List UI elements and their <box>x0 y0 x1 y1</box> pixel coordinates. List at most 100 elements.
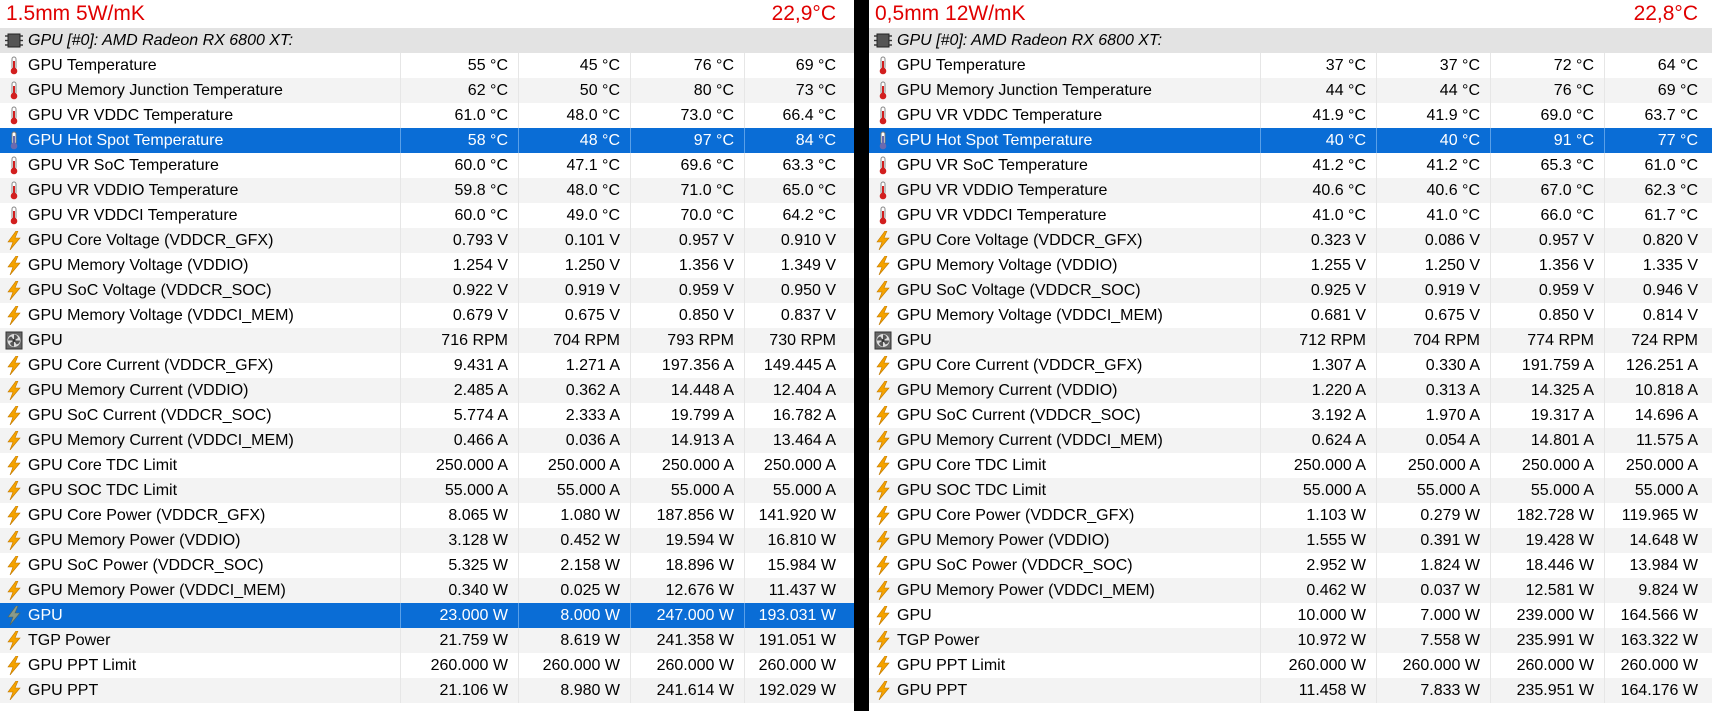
average-value: 1.349 V <box>744 253 846 278</box>
sensor-row[interactable]: GPU Hot Spot Temperature 40 °C 40 °C 91 °C 7… <box>869 128 1712 153</box>
sensor-row[interactable]: GPU Memory Junction Temperature 62 °C 50 °… <box>0 78 854 103</box>
sensor-row[interactable]: GPU Memory Voltage (VDDCI_MEM) 0.681 V 0.6… <box>869 303 1712 328</box>
sensor-name: GPU SoC Power (VDDCR_SOC) <box>897 557 1133 574</box>
minimum-value: 0.675 V <box>1376 303 1490 328</box>
sensor-row[interactable]: GPU Core Power (VDDCR_GFX) 8.065 W 1.080 W… <box>0 503 854 528</box>
group-row[interactable]: GPU [#0]: AMD Radeon RX 6800 XT: <box>869 28 1712 53</box>
sensor-row[interactable]: GPU Memory Current (VDDIO) 2.485 A 0.362 A… <box>0 378 854 403</box>
sensor-row[interactable]: GPU Core Voltage (VDDCR_GFX) 0.793 V 0.101… <box>0 228 854 253</box>
sensor-row[interactable]: GPU VR VDDIO Temperature 59.8 °C 48.0 °C 71… <box>0 178 854 203</box>
sensor-row[interactable]: GPU 716 RPM 704 RPM 793 RPM 730 RPM <box>0 328 854 353</box>
sensor-row[interactable]: GPU Hot Spot Temperature 58 °C 48 °C 97 °C 8… <box>0 128 854 153</box>
minimum-value: 0.452 W <box>518 528 630 553</box>
group-row[interactable]: GPU [#0]: AMD Radeon RX 6800 XT: <box>0 28 854 53</box>
minimum-value: 41.0 °C <box>1376 203 1490 228</box>
sensor-row[interactable]: GPU PPT 11.458 W 7.833 W 235.951 W 164.176 W <box>869 678 1712 703</box>
current-value: 55 °C <box>400 53 518 78</box>
maximum-value: 0.850 V <box>1490 303 1604 328</box>
maximum-value: 235.991 W <box>1490 628 1604 653</box>
sensor-row[interactable]: GPU Memory Voltage (VDDIO) 1.255 V 1.250 V… <box>869 253 1712 278</box>
maximum-value: 260.000 W <box>1490 653 1604 678</box>
sensor-row[interactable]: GPU Memory Voltage (VDDCI_MEM) 0.679 V 0.6… <box>0 303 854 328</box>
sensor-row[interactable]: GPU PPT 21.106 W 8.980 W 241.614 W 192.029 W <box>0 678 854 703</box>
maximum-value: 73.0 °C <box>630 103 744 128</box>
minimum-value: 260.000 W <box>1376 653 1490 678</box>
sensor-row[interactable]: GPU SoC Power (VDDCR_SOC) 2.952 W 1.824 W1… <box>869 553 1712 578</box>
sensor-row[interactable]: GPU Core TDC Limit 250.000 A 250.000 A 250.… <box>869 453 1712 478</box>
sensor-row[interactable]: GPU Memory Junction Temperature 44 °C 44 °… <box>869 78 1712 103</box>
average-value: 16.782 A <box>744 403 846 428</box>
lightning-icon <box>874 255 892 276</box>
sensor-name: GPU VR VDDCI Temperature <box>897 207 1107 224</box>
lightning-icon <box>5 230 23 251</box>
lightning-icon <box>874 555 892 576</box>
current-value: 0.793 V <box>400 228 518 253</box>
sensor-row[interactable]: GPU Memory Power (VDDIO) 1.555 W 0.391 W 19… <box>869 528 1712 553</box>
current-value: 60.0 °C <box>400 153 518 178</box>
sensor-row[interactable]: GPU Memory Power (VDDCI_MEM) 0.340 W 0.025… <box>0 578 854 603</box>
average-value: 15.984 W <box>744 553 846 578</box>
sensor-row[interactable]: GPU SoC Power (VDDCR_SOC) 5.325 W 2.158 W1… <box>0 553 854 578</box>
sensor-row[interactable]: GPU Core Current (VDDCR_GFX) 1.307 A 0.330… <box>869 353 1712 378</box>
average-value: 14.696 A <box>1604 403 1708 428</box>
sensor-row[interactable]: GPU Memory Power (VDDIO) 3.128 W 0.452 W 19… <box>0 528 854 553</box>
sensor-row[interactable]: GPU VR VDDCI Temperature 60.0 °C 49.0 °C 70… <box>0 203 854 228</box>
average-value: 61.7 °C <box>1604 203 1708 228</box>
sensor-row[interactable]: GPU VR SoC Temperature 60.0 °C 47.1 °C 69.6… <box>0 153 854 178</box>
sensor-row[interactable]: TGP Power 21.759 W 8.619 W 241.358 W 191.051… <box>0 628 854 653</box>
thermometer-icon <box>874 206 892 225</box>
sensor-row[interactable]: GPU SoC Voltage (VDDCR_SOC) 0.922 V 0.919 … <box>0 278 854 303</box>
sensor-row[interactable]: GPU Memory Current (VDDIO) 1.220 A 0.313 A… <box>869 378 1712 403</box>
sensor-name: GPU Core TDC Limit <box>28 457 178 474</box>
lightning-icon <box>874 280 892 301</box>
current-value: 0.681 V <box>1260 303 1376 328</box>
minimum-value: 44 °C <box>1376 78 1490 103</box>
sensor-row[interactable]: GPU Core Voltage (VDDCR_GFX) 0.323 V 0.086… <box>869 228 1712 253</box>
sensor-row[interactable]: GPU Core TDC Limit 250.000 A 250.000 A 250.… <box>0 453 854 478</box>
sensor-row[interactable]: GPU 712 RPM 704 RPM 774 RPM 724 RPM <box>869 328 1712 353</box>
maximum-value: 19.594 W <box>630 528 744 553</box>
sensor-row[interactable]: GPU VR VDDIO Temperature 40.6 °C 40.6 °C 67… <box>869 178 1712 203</box>
sensor-row[interactable]: GPU VR SoC Temperature 41.2 °C 41.2 °C 65.3… <box>869 153 1712 178</box>
minimum-value: 704 RPM <box>518 328 630 353</box>
sensor-row[interactable]: GPU Memory Current (VDDCI_MEM) 0.466 A 0.0… <box>0 428 854 453</box>
sensor-row[interactable]: GPU SOC TDC Limit 55.000 A 55.000 A 55.000 … <box>0 478 854 503</box>
sensor-row[interactable]: GPU SoC Current (VDDCR_SOC) 5.774 A 2.333 … <box>0 403 854 428</box>
sensor-row[interactable]: GPU SOC TDC Limit 55.000 A 55.000 A 55.000 … <box>869 478 1712 503</box>
sensor-row[interactable]: GPU Temperature 55 °C 45 °C 76 °C 69 °C <box>0 53 854 78</box>
thermometer-icon <box>874 81 892 100</box>
minimum-value: 0.279 W <box>1376 503 1490 528</box>
maximum-value: 235.951 W <box>1490 678 1604 703</box>
sensor-row[interactable]: TGP Power 10.972 W 7.558 W 235.991 W 163.322… <box>869 628 1712 653</box>
lightning-icon <box>5 680 23 701</box>
sensor-name: GPU Memory Voltage (VDDCI_MEM) <box>28 307 294 324</box>
sensor-row[interactable]: GPU Core Power (VDDCR_GFX) 1.103 W 0.279 W… <box>869 503 1712 528</box>
sensor-name: GPU Memory Current (VDDCI_MEM) <box>897 432 1163 449</box>
sensor-row[interactable]: GPU Core Current (VDDCR_GFX) 9.431 A 1.271… <box>0 353 854 378</box>
sensor-row[interactable]: GPU PPT Limit 260.000 W 260.000 W 260.000 W… <box>0 653 854 678</box>
sensor-row[interactable]: GPU Memory Current (VDDCI_MEM) 0.624 A 0.0… <box>869 428 1712 453</box>
maximum-value: 91 °C <box>1490 128 1604 153</box>
lightning-icon <box>5 355 23 376</box>
sensor-row[interactable]: GPU Memory Voltage (VDDIO) 1.254 V 1.250 V… <box>0 253 854 278</box>
sensor-row[interactable]: GPU PPT Limit 260.000 W 260.000 W 260.000 W… <box>869 653 1712 678</box>
lightning-icon <box>5 255 23 276</box>
minimum-value: 1.824 W <box>1376 553 1490 578</box>
sensor-row[interactable]: GPU SoC Current (VDDCR_SOC) 3.192 A 1.970 … <box>869 403 1712 428</box>
minimum-value: 7.558 W <box>1376 628 1490 653</box>
current-value: 11.458 W <box>1260 678 1376 703</box>
current-value: 2.485 A <box>400 378 518 403</box>
current-value: 3.192 A <box>1260 403 1376 428</box>
average-value: 63.3 °C <box>744 153 846 178</box>
sensor-row[interactable]: GPU 10.000 W 7.000 W 239.000 W 164.566 W <box>869 603 1712 628</box>
sensor-row[interactable]: GPU VR VDDC Temperature 41.9 °C 41.9 °C 69.… <box>869 103 1712 128</box>
sensor-row[interactable]: GPU VR VDDC Temperature 61.0 °C 48.0 °C 73.… <box>0 103 854 128</box>
sensor-row[interactable]: GPU SoC Voltage (VDDCR_SOC) 0.925 V 0.919 … <box>869 278 1712 303</box>
maximum-value: 72 °C <box>1490 53 1604 78</box>
sensor-row[interactable]: GPU Temperature 37 °C 37 °C 72 °C 64 °C <box>869 53 1712 78</box>
sensor-row[interactable]: GPU Memory Power (VDDCI_MEM) 0.462 W 0.037… <box>869 578 1712 603</box>
sensor-row[interactable]: GPU VR VDDCI Temperature 41.0 °C 41.0 °C 66… <box>869 203 1712 228</box>
minimum-value: 0.330 A <box>1376 353 1490 378</box>
sensor-row[interactable]: GPU 23.000 W 8.000 W 247.000 W 193.031 W <box>0 603 854 628</box>
thermometer-icon <box>5 131 23 150</box>
